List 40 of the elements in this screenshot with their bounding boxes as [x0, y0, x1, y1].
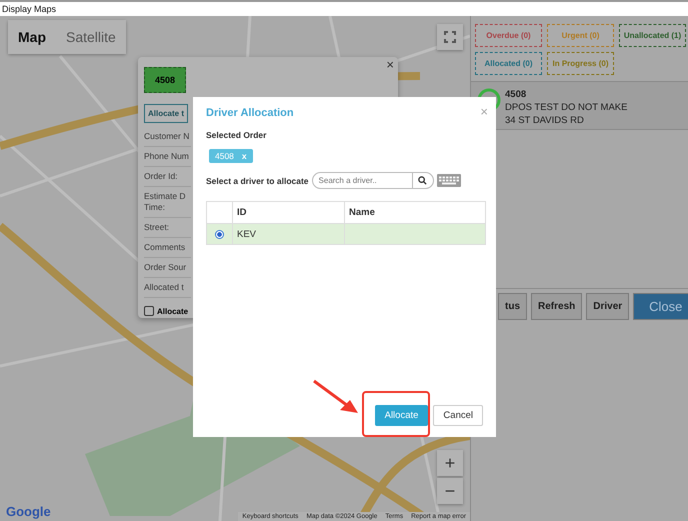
- zoom-out-button[interactable]: −: [437, 478, 463, 504]
- order-badge: 4508: [144, 67, 186, 93]
- fullscreen-icon: [444, 31, 456, 43]
- order-address: 34 ST DAVIDS RD: [505, 114, 585, 127]
- filter-button[interactable]: Unallocated (1): [619, 24, 686, 47]
- field-label: Order Sour: [144, 258, 191, 278]
- map-type-tab[interactable]: Satellite: [56, 20, 126, 54]
- field-label: Select a driver to allocate: [206, 176, 309, 186]
- action-button[interactable]: Refresh: [531, 293, 582, 320]
- field-label: Order Id:: [144, 167, 191, 187]
- close-button[interactable]: ×: [386, 57, 394, 72]
- fullscreen-button[interactable]: [437, 24, 463, 50]
- action-button[interactable]: Driver: [586, 293, 630, 320]
- radio-button[interactable]: [215, 230, 224, 238]
- field-label: Street:: [144, 218, 191, 238]
- checkbox[interactable]: [144, 306, 154, 316]
- section-label: Selected Order: [206, 130, 268, 140]
- dialog-title: Driver Allocation: [206, 107, 294, 119]
- allocate-button[interactable]: Allocate t: [144, 104, 188, 123]
- action-button[interactable]: Close: [633, 293, 688, 320]
- action-button[interactable]: tus: [498, 293, 527, 320]
- driver-row[interactable]: KEV: [207, 223, 485, 244]
- zoom-in-button[interactable]: +: [437, 450, 463, 476]
- map-type-tab[interactable]: Map: [8, 20, 56, 54]
- order-name: DPOS TEST DO NOT MAKE: [505, 101, 628, 114]
- arrow-annotation: [312, 379, 360, 415]
- field-label: Customer N: [144, 127, 191, 147]
- field-label: Allocated t: [144, 278, 191, 298]
- search-button[interactable]: [412, 172, 434, 189]
- search-icon: [418, 176, 428, 185]
- search-field[interactable]: Search a driver..: [312, 172, 412, 189]
- map-logo: Google: [6, 504, 51, 519]
- field-label: Phone Num: [144, 147, 191, 167]
- order-number: 4508: [505, 88, 528, 101]
- dialog-button[interactable]: Cancel: [433, 405, 483, 426]
- field-label: Estimate D Time:: [144, 187, 191, 218]
- checkbox-label: Allocate: [157, 306, 188, 316]
- table-cell: KEV: [232, 224, 344, 244]
- highlight-frame: [362, 391, 430, 437]
- field-label: Comments: [144, 238, 191, 258]
